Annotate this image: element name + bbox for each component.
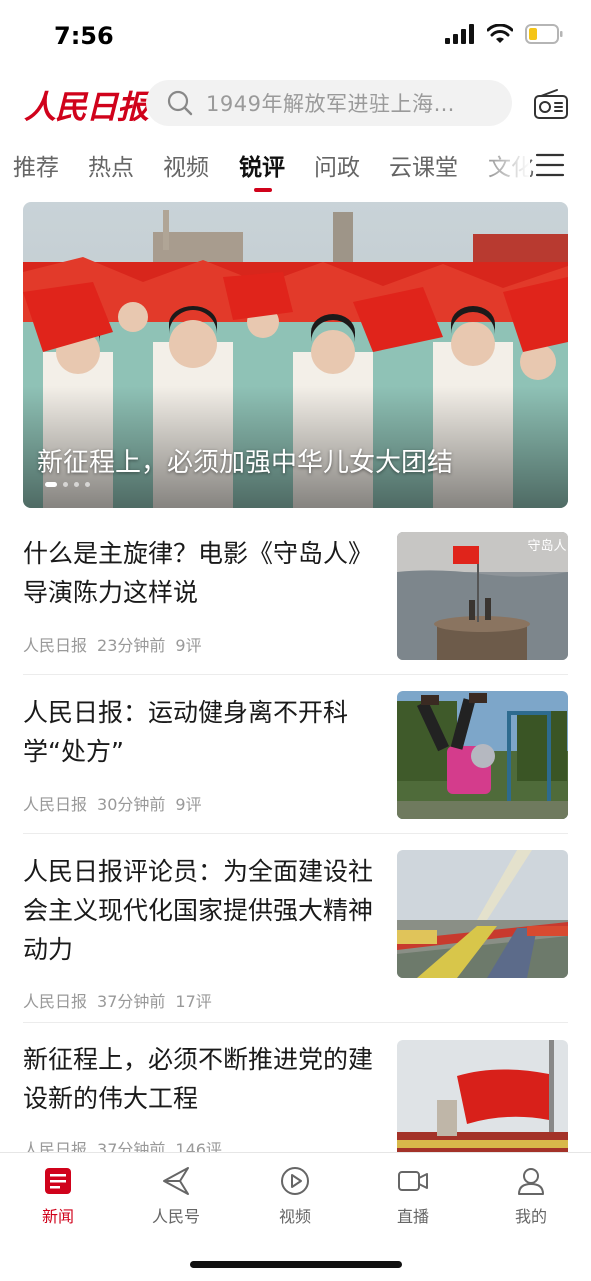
tab-cloud-class[interactable]: 云课堂: [389, 148, 458, 182]
article-title: 新征程上，必须不断推进党的建设新的伟大工程: [23, 1045, 374, 1113]
tab-video[interactable]: 视频: [163, 148, 209, 182]
home-indicator[interactable]: [190, 1261, 402, 1268]
article-title: 什么是主旋律？电影《守岛人》导演陈力这样说: [23, 539, 374, 607]
nav-label: 直播: [396, 1207, 429, 1226]
article-thumbnail: 守岛人: [397, 532, 568, 660]
tab-hot[interactable]: 热点: [88, 148, 134, 182]
carousel-indicator: [45, 482, 90, 487]
status-icons: [445, 24, 563, 44]
article-comments: 17评: [175, 992, 212, 1011]
bottom-nav: 新闻 人民号 视频 直播 我的: [0, 1152, 591, 1281]
person-icon: [518, 1168, 544, 1195]
divider: [23, 1022, 568, 1023]
nav-video[interactable]: 视频: [250, 1165, 340, 1227]
article-source: 人民日报: [23, 992, 88, 1011]
carousel-dot: [63, 482, 68, 487]
nav-label: 视频: [278, 1207, 311, 1226]
article-comments: 9评: [175, 636, 202, 655]
carousel-dot: [85, 482, 90, 487]
article-time: 30分钟前: [97, 795, 166, 814]
article-title: 人民日报：运动健身离不开科学“处方”: [23, 698, 349, 766]
nav-news[interactable]: 新闻: [13, 1165, 103, 1227]
nav-live[interactable]: 直播: [368, 1165, 458, 1227]
battery-icon: [525, 24, 563, 44]
nav-label: 我的: [514, 1207, 547, 1226]
article-time: 37分钟前: [97, 992, 166, 1011]
nav-people-account[interactable]: 人民号: [131, 1165, 221, 1227]
radio-icon[interactable]: [533, 88, 569, 120]
article-item[interactable]: 人民日报：运动健身离不开科学“处方” 人民日报 30分钟前 9评: [0, 691, 591, 841]
article-comments: 9评: [175, 795, 202, 814]
article-thumbnail: [397, 850, 568, 978]
signal-icon: [445, 24, 474, 44]
tab-inquiry[interactable]: 问政: [314, 148, 360, 182]
article-time: 23分钟前: [97, 636, 166, 655]
live-camera-icon: [398, 1171, 428, 1191]
channel-tabs: 推荐 热点 视频 锐评 问政 云课堂 文化: [0, 140, 591, 196]
article-meta: 人民日报 37分钟前 17评: [23, 988, 212, 1012]
news-icon: [45, 1168, 71, 1194]
divider: [23, 674, 568, 675]
carousel-dot: [74, 482, 79, 487]
banner-title: 新征程上，必须加强中华儿女大团结: [37, 448, 454, 478]
status-bar: 7:56: [0, 0, 591, 74]
nav-profile[interactable]: 我的: [486, 1165, 576, 1227]
nav-label: 新闻: [41, 1207, 74, 1226]
status-time: 7:56: [54, 22, 114, 50]
article-source: 人民日报: [23, 636, 88, 655]
article-thumbnail: [397, 691, 568, 819]
article-item[interactable]: 什么是主旋律？电影《守岛人》导演陈力这样说 人民日报 23分钟前 9评 守岛人: [0, 532, 591, 682]
play-icon: [281, 1167, 309, 1195]
tab-commentary[interactable]: 锐评: [239, 148, 285, 182]
tab-recommend[interactable]: 推荐: [13, 148, 59, 182]
search-bar[interactable]: 1949年解放军进驻上海…: [146, 80, 512, 126]
article-meta: 人民日报 23分钟前 9评: [23, 632, 202, 656]
article-source: 人民日报: [23, 795, 88, 814]
nav-label: 人民号: [151, 1207, 200, 1226]
thumbnail-caption: 守岛人: [527, 538, 566, 554]
article-title: 人民日报评论员：为全面建设社会主义现代化国家提供强大精神动力: [23, 857, 374, 964]
tabs-fade: [468, 140, 530, 196]
app-logo[interactable]: 人民日报: [24, 82, 149, 128]
article-item[interactable]: 新征程上，必须不断推进党的建设新的伟大工程 人民日报 37分钟前 146评: [0, 1040, 591, 1168]
paper-plane-icon: [163, 1167, 189, 1195]
featured-banner[interactable]: 新征程上，必须加强中华儿女大团结: [23, 202, 568, 508]
article-thumbnail: [397, 1040, 568, 1168]
article-meta: 人民日报 30分钟前 9评: [23, 791, 202, 815]
menu-icon[interactable]: [534, 150, 566, 180]
search-icon: [167, 90, 193, 116]
wifi-icon: [487, 24, 513, 43]
header: 人民日报 1949年解放军进驻上海…: [0, 78, 591, 130]
search-placeholder: 1949年解放军进驻上海…: [206, 92, 455, 116]
active-tab-indicator: [254, 188, 272, 192]
divider: [23, 833, 568, 834]
article-item[interactable]: 人民日报评论员：为全面建设社会主义现代化国家提供强大精神动力 人民日报 37分钟…: [0, 850, 591, 1023]
carousel-dot: [45, 482, 57, 487]
